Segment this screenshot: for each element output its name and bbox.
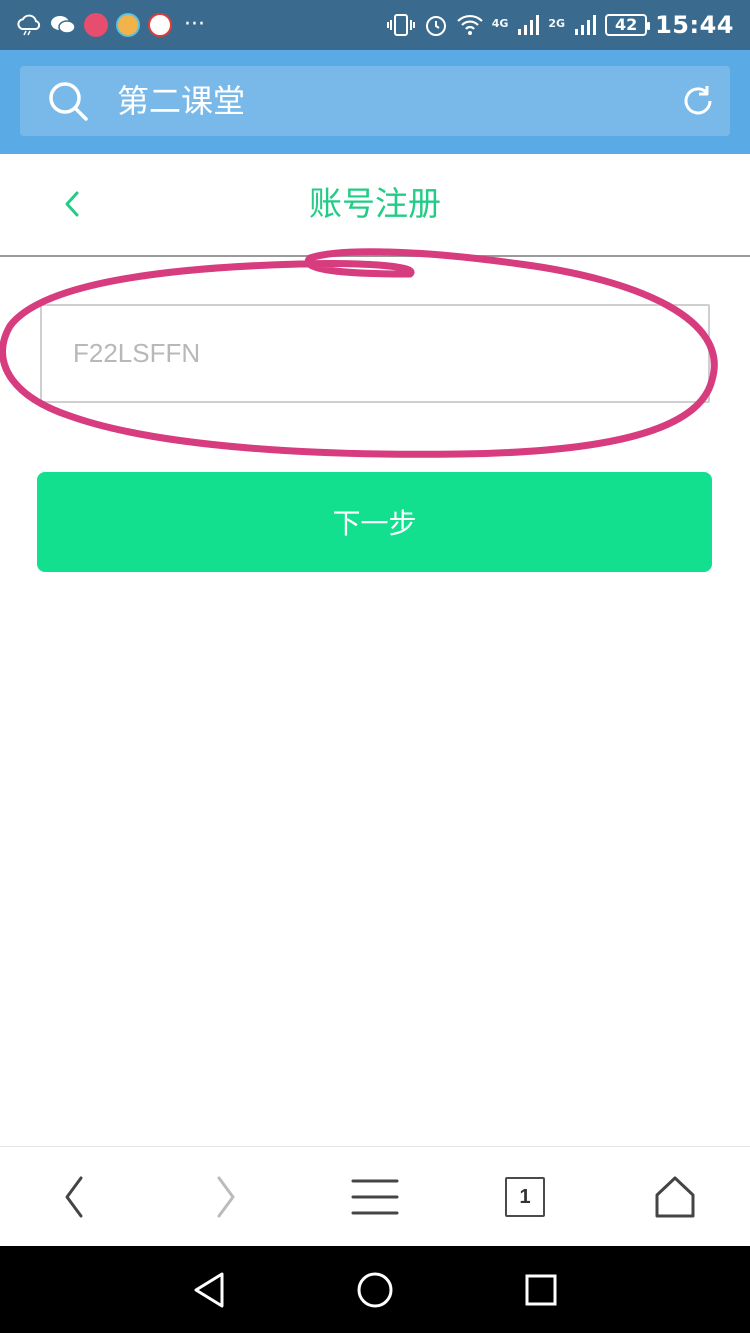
android-nav-bar: [0, 1246, 750, 1333]
system-status: 4G 2G 42 15:44: [386, 11, 734, 39]
wechat-icon: [51, 16, 76, 34]
refresh-icon[interactable]: [680, 83, 716, 119]
signal-icon-1: [518, 15, 540, 35]
browser-tabs-button[interactable]: 1: [495, 1167, 555, 1227]
page-title: 账号注册: [309, 184, 441, 223]
browser-forward-button[interactable]: [196, 1167, 256, 1227]
more-notifications-icon: ···: [184, 12, 205, 37]
signal-icon-2: [575, 15, 597, 35]
next-step-button[interactable]: 下一步: [37, 472, 712, 572]
notification-icons: ···: [16, 13, 205, 37]
browser-home-button[interactable]: [645, 1167, 705, 1227]
status-bar: ··· 4G 2G 42 15:44: [0, 0, 750, 50]
search-icon[interactable]: [47, 80, 89, 122]
browser-address-bar: 第二课堂: [0, 50, 750, 154]
back-arrow-icon[interactable]: [62, 1175, 86, 1219]
menu-icon[interactable]: [351, 1177, 399, 1217]
youku-icon: [148, 13, 172, 37]
registration-code-input[interactable]: [40, 304, 710, 403]
network-type-2: 2G: [548, 17, 566, 30]
clock: 15:44: [655, 11, 734, 39]
square-recents-icon[interactable]: [523, 1272, 559, 1308]
alarm-icon: [425, 16, 446, 36]
battery-level: 42: [614, 15, 638, 34]
nav-home-button[interactable]: [353, 1268, 397, 1312]
vibrate-icon: [386, 14, 415, 36]
browser-toolbar: 1: [0, 1146, 750, 1246]
circle-home-icon[interactable]: [355, 1270, 395, 1310]
triangle-back-icon[interactable]: [190, 1270, 226, 1310]
nav-recents-button[interactable]: [519, 1268, 563, 1312]
browser-back-button[interactable]: [44, 1167, 104, 1227]
address-box[interactable]: 第二课堂: [20, 66, 730, 136]
battery-indicator: 42: [605, 14, 651, 36]
video-app-icon: [84, 13, 108, 37]
app-icon: [116, 13, 140, 37]
address-text[interactable]: 第二课堂: [117, 81, 245, 121]
forward-arrow-icon[interactable]: [214, 1175, 238, 1219]
home-icon[interactable]: [653, 1175, 697, 1219]
tab-count[interactable]: 1: [505, 1177, 545, 1217]
browser-menu-button[interactable]: [345, 1167, 405, 1227]
wifi-icon: [456, 14, 483, 35]
network-type-1: 4G: [491, 17, 509, 30]
nav-back-button[interactable]: [186, 1268, 230, 1312]
page-header: 账号注册: [0, 154, 750, 257]
cloud-icon: [17, 14, 41, 36]
